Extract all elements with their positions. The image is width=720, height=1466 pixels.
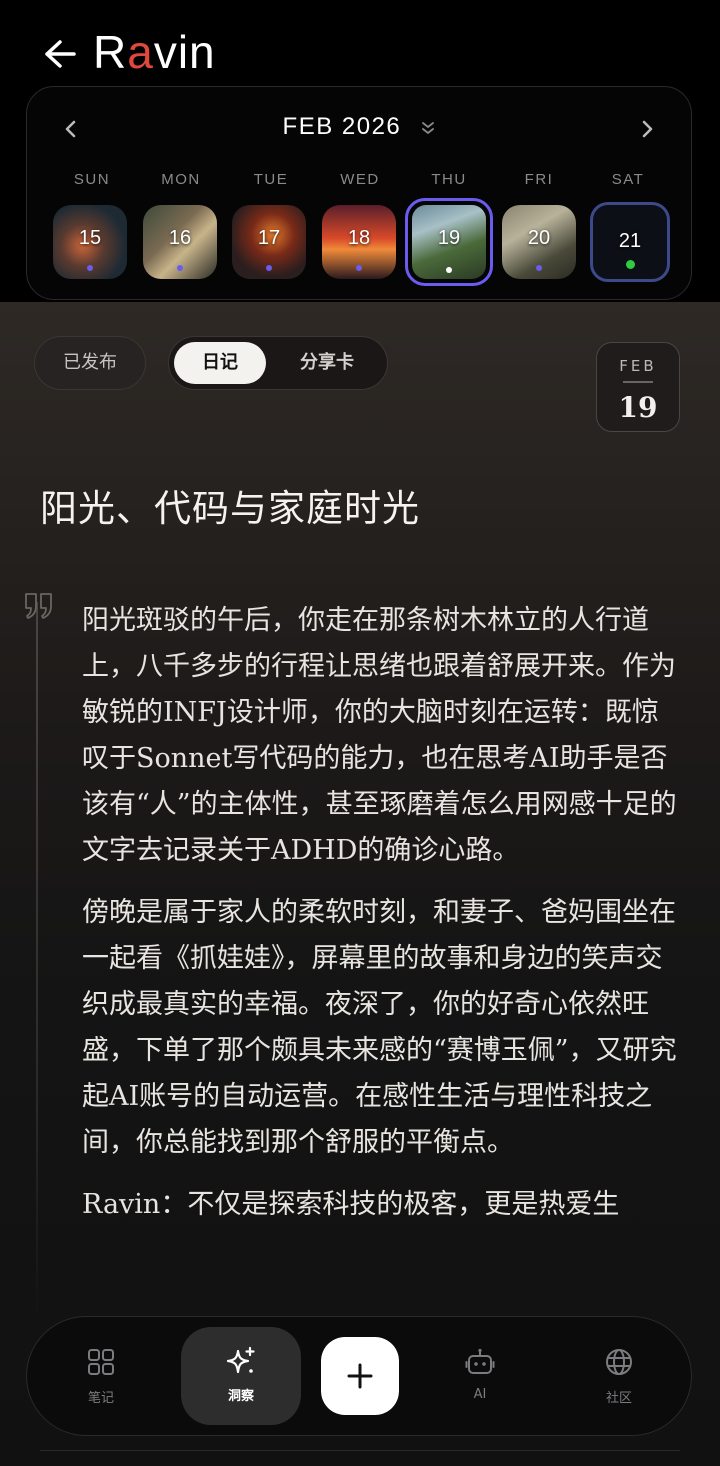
calendar-day-17[interactable]: 17 [232,205,306,279]
entry-indicator-dot [266,265,272,271]
day-number: 16 [168,227,192,249]
add-entry-button[interactable] [321,1337,399,1415]
day-number: 21 [618,230,642,252]
weekday-tue: TUE [253,171,289,188]
today-indicator-dot [625,260,635,269]
weekday-fri: FRI [524,171,554,188]
month-selector[interactable]: FEB 2026 [27,113,691,141]
weekday-mon: MON [161,171,201,188]
weekday-row: SUN MON TUE WED THU FRI SAT [27,171,693,191]
entry-indicator-dot [536,265,542,271]
calendar-day-19-selected[interactable]: 19 [405,198,493,286]
chevron-double-down-icon [422,121,435,134]
published-button[interactable]: 已发布 [34,336,146,390]
day-number: 17 [257,227,281,249]
entry-body: 阳光斑驳的午后，你走在那条树木林立的人行道上，八千多步的行程让思绪也跟着舒展开来… [82,598,680,1244]
entry-indicator-dot [87,265,93,271]
nav-ai-label: AI [473,1387,487,1402]
quote-divider [36,602,38,1322]
diary-content: 已发布 日记 分享卡 FEB 19 阳光、代码与家庭时光 阳光斑驳的午后，你走在… [0,302,720,1466]
weekday-thu: THU [431,171,467,188]
sparkle-icon [226,1346,255,1374]
day-number: 15 [78,227,102,249]
day-number: 19 [437,227,461,249]
nav-notes[interactable]: 笔记 [51,1317,151,1437]
calendar-day-18[interactable]: 18 [322,205,396,279]
robot-icon [465,1348,495,1374]
calendar-day-15[interactable]: 15 [53,205,127,279]
entry-indicator-dot [446,267,452,273]
weekday-sun: SUN [73,171,111,188]
entry-paragraph: 傍晚是属于家人的柔软时刻，和妻子、爸妈围坐在一起看《抓娃娃》，屏幕里的故事和身边… [82,897,677,1158]
calendar-day-20[interactable]: 20 [502,205,576,279]
nav-ai[interactable]: AI [430,1317,530,1437]
nav-notes-label: 笔记 [87,1391,114,1406]
nav-insight-label: 洞察 [227,1389,254,1404]
quote-icon [25,593,52,619]
weekday-sat: SAT [611,171,645,188]
date-badge-month: FEB [619,357,657,375]
app-title-accent: a [127,26,154,78]
day-number: 18 [347,227,371,249]
entry-title: 阳光、代码与家庭时光 [40,487,420,530]
app-title: Ravin [93,26,216,78]
tab-diary[interactable]: 日记 [174,342,266,384]
calendar-day-16[interactable]: 16 [143,205,217,279]
view-mode-toggle: 日记 分享卡 [168,336,388,390]
back-arrow-icon[interactable] [40,34,80,74]
calendar-day-21-today[interactable]: 21 [590,202,670,282]
entry-paragraph: 阳光斑驳的午后，你走在那条树木林立的人行道上，八千多步的行程让思绪也跟着舒展开来… [82,605,677,866]
month-label: FEB 2026 [282,113,402,140]
day-number: 20 [527,227,551,249]
weekday-wed: WED [340,171,380,188]
top-bar: Ravin [0,0,720,100]
nav-insight[interactable]: 洞察 [181,1327,301,1425]
chevron-right-icon[interactable] [633,115,661,143]
entry-paragraph: Ravin：不仅是探索科技的极客，更是热爱生 [82,1189,620,1220]
bottom-nav: 笔记 洞察 AI 社区 [26,1316,692,1436]
date-badge: FEB 19 [596,342,680,432]
nav-community[interactable]: 社区 [569,1317,669,1437]
grid-icon [88,1349,114,1375]
week-calendar: FEB 2026 SUN MON TUE WED THU FRI SAT 15 … [26,86,692,300]
nav-community-label: 社区 [605,1391,632,1406]
bottom-divider [40,1450,680,1451]
globe-icon [606,1349,632,1375]
entry-indicator-dot [356,265,362,271]
date-badge-divider [623,381,653,383]
plus-icon [347,1363,373,1389]
date-badge-day: 19 [618,391,658,424]
entry-indicator-dot [177,265,183,271]
tab-share-card[interactable]: 分享卡 [279,342,375,384]
